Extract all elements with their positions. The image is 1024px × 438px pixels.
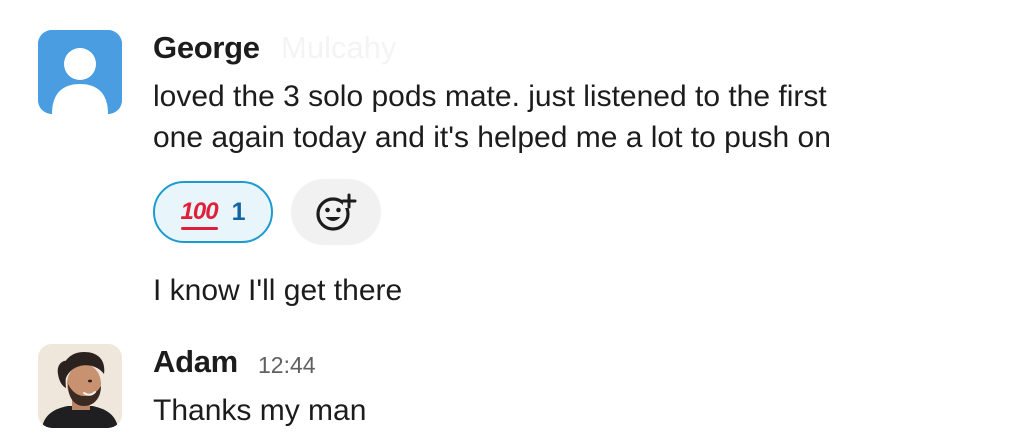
message-text-line: Thanks my man [153, 394, 367, 427]
reaction-count: 1 [231, 197, 246, 226]
default-avatar-icon [38, 30, 122, 114]
sender-name[interactable]: George [153, 30, 260, 66]
add-reaction-button[interactable] [291, 179, 381, 245]
avatar-photo [38, 344, 122, 428]
sender-name[interactable]: Adam [153, 344, 238, 380]
avatar-adam[interactable] [38, 344, 122, 428]
message-text-line: one again today and it's helped me a lot… [153, 121, 831, 154]
hundred-points-icon: 100 [180, 198, 219, 230]
message-timestamp[interactable]: 12:44 [258, 352, 316, 379]
message-list: George Mulcahy loved the 3 solo pods mat… [0, 0, 1024, 438]
sender-faded-name: Mulcahy [281, 30, 397, 65]
message-followup-text: I know I'll get there [153, 274, 403, 307]
add-reaction-icon [316, 193, 357, 231]
message-text-line: loved the 3 solo pods mate. just listene… [153, 80, 827, 113]
avatar-george[interactable] [38, 30, 122, 114]
reaction-pill-100[interactable]: 100 1 [153, 181, 273, 243]
